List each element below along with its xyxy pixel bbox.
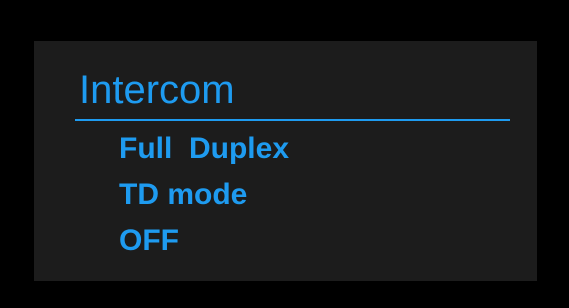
menu-item-full-duplex[interactable]: Full Duplex	[119, 126, 289, 172]
menu-title: Intercom	[79, 68, 235, 112]
display-panel: Intercom Full Duplex TD mode OFF	[34, 41, 537, 281]
menu-item-td-mode[interactable]: TD mode	[119, 172, 289, 218]
title-divider	[75, 119, 510, 121]
menu-list: Full Duplex TD mode OFF	[119, 126, 289, 264]
menu-item-off[interactable]: OFF	[119, 218, 289, 264]
